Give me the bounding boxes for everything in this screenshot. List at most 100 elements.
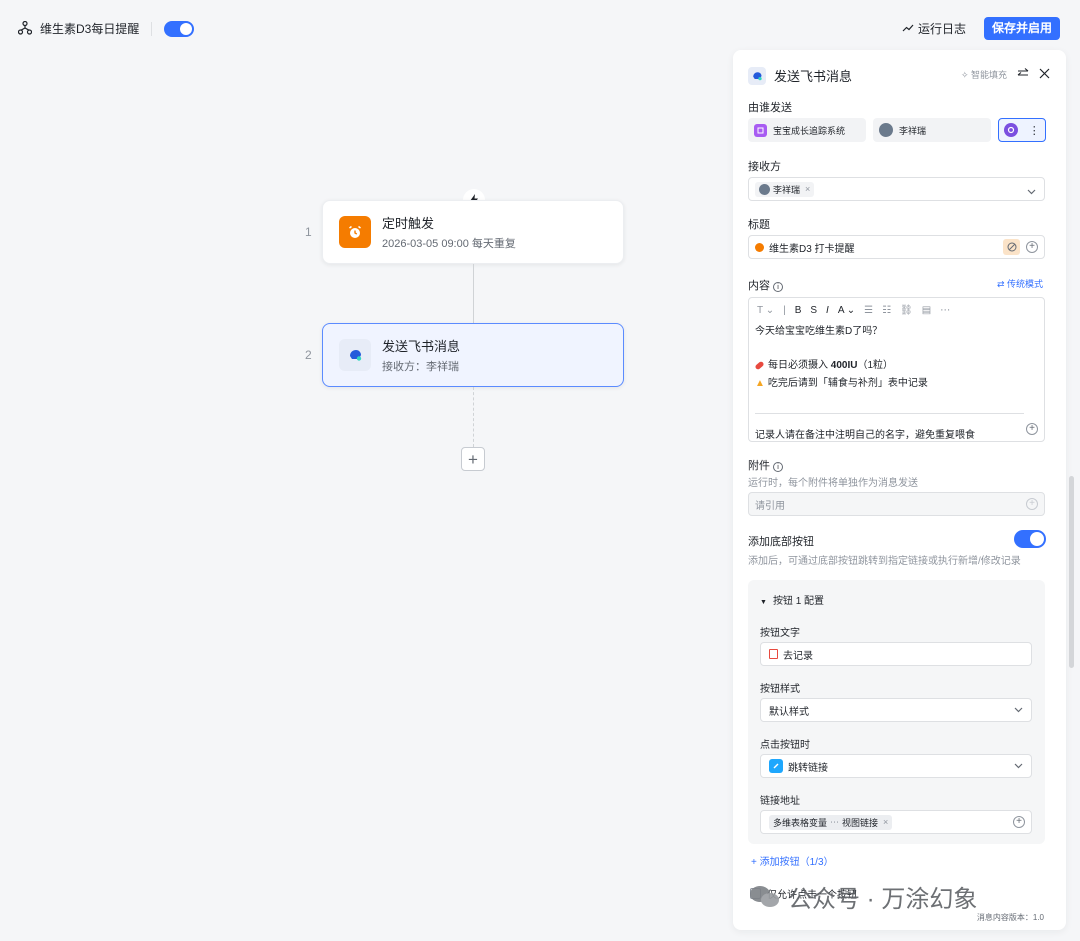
button-text-label: 按钮文字 (760, 628, 800, 639)
remove-tag-icon[interactable]: × (883, 817, 888, 827)
swap-icon[interactable] (1017, 67, 1029, 82)
avatar (759, 183, 770, 195)
image-button[interactable]: ▤ (922, 305, 931, 316)
wechat-icon (750, 885, 780, 908)
close-icon[interactable] (1039, 68, 1050, 82)
click-action-select[interactable]: 跳转链接 (760, 754, 1032, 778)
insert-variable-icon[interactable]: + (1013, 816, 1025, 828)
app-icon (754, 123, 767, 137)
button-style-label: 按钮样式 (760, 684, 800, 695)
text-color-button[interactable]: A ⌄ (838, 305, 855, 316)
attachment-label: 附件 i (748, 457, 784, 473)
trigger-node[interactable]: 定时触发 2026-03-05 09:00 每天重复 (322, 200, 624, 264)
sender-app-option[interactable]: 宝宝成长追踪系统 (748, 118, 866, 142)
button-config-header[interactable]: ▼ 按钮 1 配置 (760, 592, 824, 607)
bold-button[interactable]: B (795, 305, 802, 316)
node-title: 定时触发 (382, 216, 435, 231)
insert-variable-icon[interactable]: + (1026, 498, 1038, 510)
variable-tag: 多维表格变量 ⋯ 视图链接 × (769, 814, 893, 830)
warning-icon: ▲ (755, 378, 765, 389)
panel-title: 发送飞书消息 (774, 69, 853, 84)
receiver-select[interactable]: 李祥瑞 × (748, 177, 1045, 201)
bot-icon (1004, 123, 1019, 137)
lark-message-icon (339, 339, 371, 371)
receiver-label: 接收方 (748, 161, 781, 173)
panel-header: 发送飞书消息 (748, 66, 852, 85)
connector-dashed-line (473, 387, 474, 447)
insert-variable-icon[interactable]: + (1026, 423, 1038, 435)
plus-icon: + (468, 449, 478, 469)
receiver-tag: 李祥瑞 × (755, 181, 815, 197)
attachment-input[interactable]: 请引用 + (748, 492, 1045, 516)
text-style-button[interactable]: T ⌄ (757, 305, 774, 316)
content-label: 内容 i (748, 277, 784, 293)
receiver-name: 李祥瑞 (773, 184, 801, 195)
ordered-list-button[interactable]: ☷ (882, 305, 891, 316)
sender-bot-option[interactable]: ⋮ (998, 118, 1046, 142)
button-style-value: 默认样式 (769, 706, 809, 718)
button-text-input[interactable]: 去记录 (760, 642, 1032, 666)
link-button[interactable]: ⛓ (900, 305, 913, 316)
content-editor[interactable]: T ⌄ | B S I A ⌄ ☰ ☷ ⛓ ▤ ⋯ 今天给宝宝吃维生素D了吗？ … (748, 297, 1045, 442)
smart-fill-button[interactable]: ✧ 智能填充 (961, 68, 1007, 81)
button-text-value: 去记录 (783, 650, 813, 662)
chevron-down-icon (1014, 705, 1023, 716)
button-config-section: ▼ 按钮 1 配置 按钮文字 去记录 按钮样式 默认样式 点击按钮时 跳转链接 链… (748, 580, 1045, 844)
add-node-button[interactable]: + (461, 447, 485, 471)
node-number: 1 (305, 225, 312, 239)
chevron-down-icon (1027, 184, 1036, 198)
watermark-text: 公众号 · 万涂幻象 (788, 886, 978, 913)
title-value: 维生素D3 打卡提醒 (769, 243, 855, 255)
node-subtitle: 接收方：李祥瑞 (382, 361, 459, 373)
italic-button[interactable]: I (826, 305, 829, 316)
top-bar: 维生素D3每日提醒 运行日志 保存并启用 (4, 7, 1074, 50)
info-icon: i (773, 282, 784, 292)
send-message-node[interactable]: 发送飞书消息 接收方：李祥瑞 (322, 323, 624, 387)
bullet-list-button[interactable]: ☰ (864, 305, 873, 316)
toolbar-divider: | (783, 305, 786, 316)
watermark: 公众号 · 万涂幻象 (750, 879, 977, 914)
sender-user-option[interactable]: 李祥瑞 (873, 118, 991, 142)
caret-down-icon: ▼ (760, 599, 767, 606)
bottom-button-desc: 添加后，可通过底部按钮跳转到指定链接或执行新增/修改记录 (748, 556, 1021, 567)
strikethrough-button[interactable]: S (810, 305, 817, 316)
attachment-placeholder: 请引用 (755, 500, 785, 512)
button-style-select[interactable]: 默认样式 (760, 698, 1032, 722)
more-vertical-icon[interactable]: ⋮ (1029, 124, 1040, 137)
chevron-down-icon (1014, 761, 1023, 772)
trend-icon (902, 22, 914, 36)
link-url-label: 链接地址 (760, 796, 800, 807)
sender-app-name: 宝宝成长追踪系统 (773, 125, 846, 136)
node-number: 2 (305, 348, 312, 362)
content-divider (755, 413, 1024, 414)
sender-user-name: 李祥瑞 (899, 125, 927, 136)
content-version: 消息内容版本：1.0 (976, 913, 1044, 922)
workflow-title[interactable]: 维生素D3每日提醒 (40, 20, 139, 37)
content-footer: 记录人请在备注中注明自己的名字，避免重复喂食 (755, 430, 975, 441)
divider (151, 21, 153, 36)
click-action-label: 点击按钮时 (760, 740, 810, 751)
run-log-button[interactable]: 运行日志 (902, 20, 966, 37)
bottom-button-toggle[interactable] (1014, 530, 1046, 548)
workflow-enable-toggle[interactable] (164, 20, 195, 37)
title-input[interactable]: 维生素D3 打卡提醒 + (748, 235, 1045, 259)
panel-actions: ✧ 智能填充 (961, 67, 1050, 82)
divider-button[interactable]: ⋯ (940, 305, 950, 316)
variable-source: 多维表格变量 (773, 817, 828, 828)
remove-tag-icon[interactable]: × (805, 184, 810, 194)
bottom-button-label: 添加底部按钮 (748, 536, 814, 548)
classic-mode-toggle[interactable]: ⇄ 传统模式 (997, 277, 1043, 290)
content-line: ▲ 吃完后请到「辅食与补剂」表中记录 (755, 378, 928, 389)
add-button-link[interactable]: + 添加按钮（1/3） (751, 853, 834, 868)
alarm-clock-icon (339, 216, 371, 248)
workflow-canvas[interactable]: 1 定时触发 2026-03-05 09:00 每天重复 2 发送飞书消息 接收… (0, 50, 730, 941)
title-label: 标题 (748, 219, 770, 231)
link-icon (769, 759, 783, 773)
run-log-label: 运行日志 (917, 22, 966, 36)
lark-message-icon (748, 66, 766, 85)
save-and-enable-button[interactable]: 保存并启用 (983, 17, 1060, 40)
link-url-input[interactable]: 多维表格变量 ⋯ 视图链接 × + (760, 810, 1032, 834)
palette-icon[interactable] (1003, 239, 1020, 255)
insert-variable-icon[interactable]: + (1026, 241, 1038, 253)
panel-scrollbar[interactable] (1069, 476, 1074, 668)
